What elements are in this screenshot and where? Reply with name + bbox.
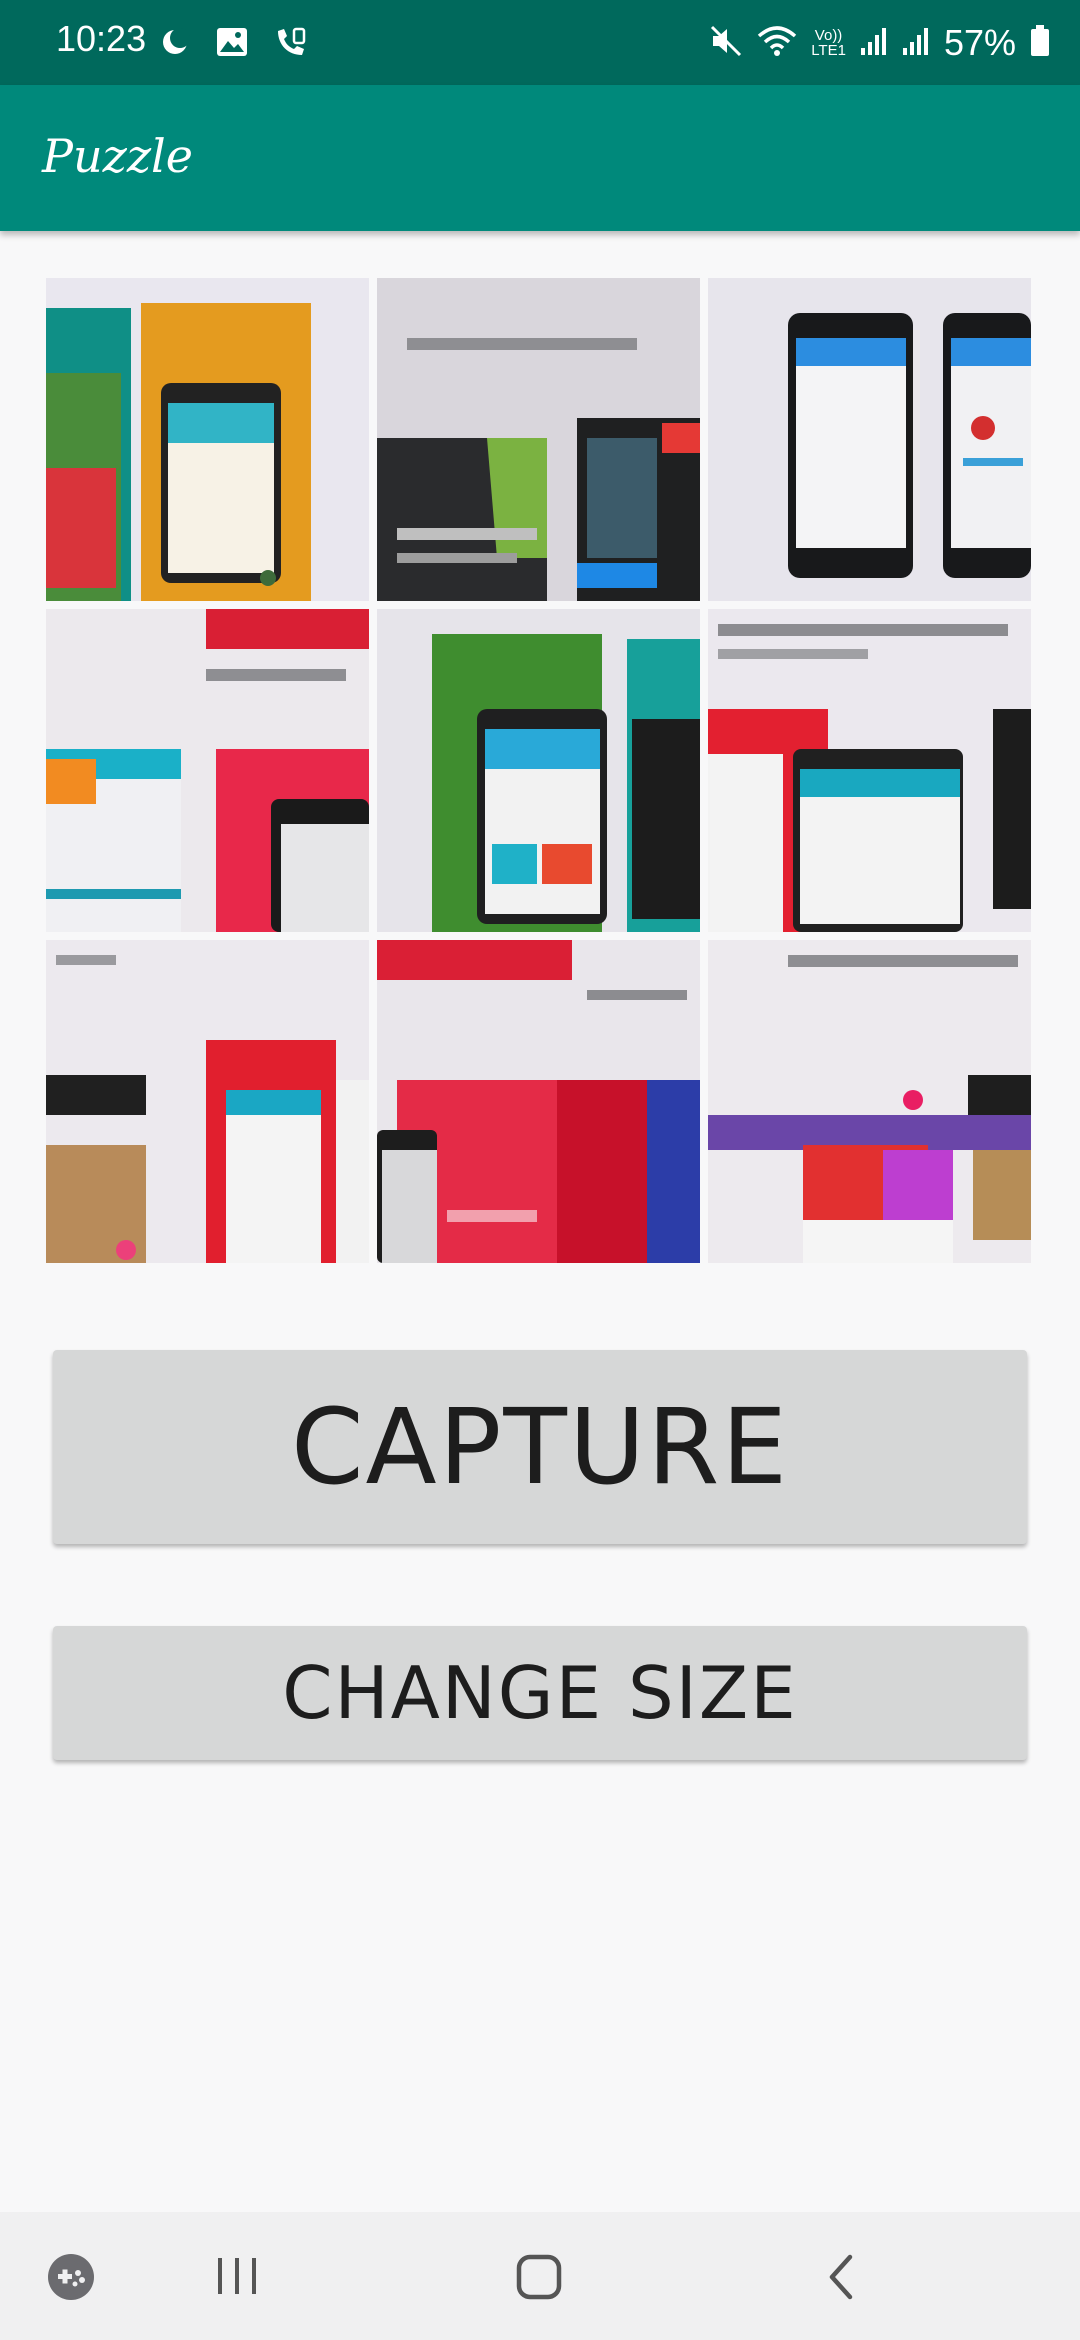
recent-apps-icon[interactable] bbox=[214, 2254, 260, 2302]
capture-button[interactable]: CAPTURE bbox=[53, 1350, 1027, 1544]
back-icon[interactable] bbox=[822, 2252, 862, 2306]
game-launcher-icon[interactable] bbox=[46, 2252, 96, 2306]
puzzle-tile[interactable] bbox=[46, 609, 369, 932]
puzzle-tile[interactable] bbox=[708, 940, 1031, 1263]
signal-icon bbox=[860, 26, 888, 60]
puzzle-tile[interactable] bbox=[708, 609, 1031, 932]
gallery-icon bbox=[216, 27, 248, 61]
volte-label: Vo)) LTE1 bbox=[811, 27, 846, 59]
app-bar: Puzzle bbox=[0, 85, 1080, 231]
puzzle-tile[interactable] bbox=[46, 278, 369, 601]
status-time: 10:23 bbox=[56, 18, 147, 59]
wifi-icon bbox=[757, 24, 797, 62]
status-bar: 10:23 Vo)) LTE1 57% bbox=[0, 0, 1080, 85]
puzzle-tile[interactable] bbox=[377, 278, 700, 601]
battery-icon bbox=[1030, 25, 1050, 61]
nav-bar bbox=[0, 2212, 1080, 2340]
home-icon[interactable] bbox=[514, 2252, 564, 2306]
puzzle-tile[interactable] bbox=[46, 940, 369, 1263]
battery-percent: 57% bbox=[943, 22, 1016, 63]
puzzle-tile[interactable] bbox=[377, 609, 700, 932]
mute-icon bbox=[709, 24, 743, 62]
puzzle-tile[interactable] bbox=[377, 940, 700, 1263]
app-title: Puzzle bbox=[42, 129, 193, 183]
signal-icon bbox=[902, 26, 930, 60]
puzzle-grid bbox=[46, 278, 1031, 1263]
puzzle-tile[interactable] bbox=[708, 278, 1031, 601]
moon-icon bbox=[160, 27, 190, 61]
wifi-call-icon bbox=[274, 25, 308, 63]
change-size-button[interactable]: CHANGE SIZE bbox=[53, 1626, 1027, 1760]
